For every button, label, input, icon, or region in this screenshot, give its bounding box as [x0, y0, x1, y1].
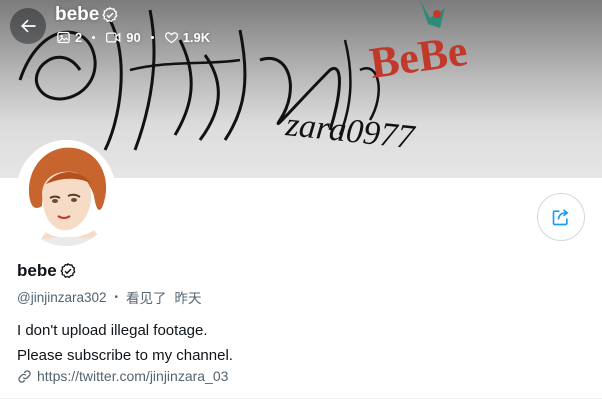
- profile-link[interactable]: https://twitter.com/jinjinzara_03: [17, 368, 228, 384]
- share-icon: [552, 209, 569, 226]
- photos-count: 2: [75, 30, 83, 45]
- profile-link-text[interactable]: https://twitter.com/jinjinzara_03: [37, 368, 228, 384]
- profile-name: bebe: [17, 261, 77, 281]
- bio-line: I don't upload illegal footage.: [17, 322, 208, 339]
- header-display-name: bebe: [55, 4, 100, 25]
- likes-count: 1.9K: [182, 30, 211, 45]
- image-icon: [57, 31, 70, 44]
- seen-label: 看见了: [126, 291, 167, 306]
- share-button[interactable]: [537, 193, 585, 241]
- seen-time: 昨天: [174, 291, 202, 306]
- back-button[interactable]: [10, 8, 46, 44]
- profile-display-name: bebe: [17, 261, 57, 280]
- profile-handle: @jinjinzara302: [17, 289, 107, 305]
- video-camera-icon: [106, 32, 121, 43]
- top-bar: bebe 2 90 1.9K: [0, 0, 602, 52]
- profile-bio: I don't upload illegal footage. Please s…: [17, 318, 233, 368]
- header-stats: 2 90 1.9K: [56, 30, 210, 45]
- videos-count: 90: [126, 30, 141, 45]
- photos-stat: 2: [56, 30, 82, 45]
- link-icon: [18, 369, 31, 383]
- avatar[interactable]: [16, 140, 116, 246]
- likes-stat: 1.9K: [164, 30, 210, 45]
- arrow-left-icon: [21, 19, 36, 33]
- banner-sub-text: zara0977: [283, 106, 418, 157]
- stat-separator: [92, 36, 96, 39]
- verified-badge-icon: [102, 6, 118, 23]
- bio-line: Please subscribe to my channel.: [17, 347, 233, 364]
- videos-stat: 90: [105, 30, 141, 45]
- avatar-portrait: [16, 140, 116, 246]
- profile-meta: @jinjinzara302 • 看见了 昨天: [17, 287, 202, 307]
- heart-icon: [164, 32, 178, 44]
- verified-badge-icon: [60, 262, 76, 279]
- divider: [0, 398, 602, 399]
- header-title: bebe: [55, 4, 119, 26]
- stat-separator: [150, 36, 154, 39]
- meta-separator: •: [114, 291, 119, 303]
